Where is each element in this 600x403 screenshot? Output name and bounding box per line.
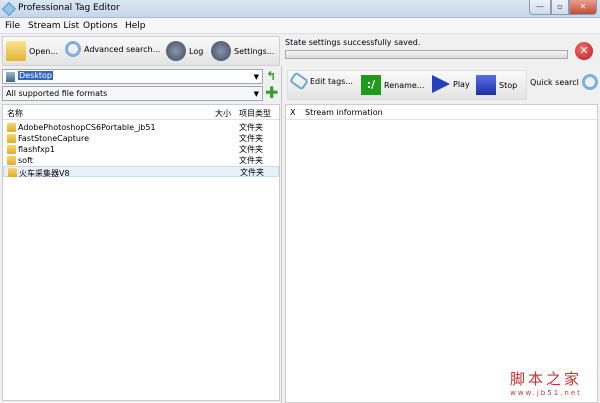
item-type: 文件夹 (239, 156, 263, 165)
desktop-icon (6, 72, 15, 82)
list-item[interactable]: soft 文件夹 (3, 155, 279, 166)
chevron-down-icon[interactable]: ▼ (254, 90, 259, 98)
menu-options[interactable]: Options (83, 21, 118, 31)
edit-tags-label: Edit tags... (310, 76, 353, 86)
filter-value: All supported file formats (6, 89, 108, 98)
item-type: 文件夹 (239, 145, 263, 154)
item-name: soft (18, 156, 33, 165)
item-name: AdobePhotoshopCS6Portable_jb51 (18, 123, 156, 132)
rename-label: Rename... (384, 80, 425, 90)
maximize-button[interactable]: ▫ (551, 0, 569, 15)
status-area: State settings successfully saved. ✕ (283, 36, 600, 66)
settings-button[interactable]: Settings... (211, 41, 274, 61)
column-stream-information[interactable]: Stream information (305, 108, 383, 117)
menu-bar: File Stream List Options Help (0, 18, 600, 34)
location-combo[interactable]: Desktop ▼ (2, 69, 263, 84)
stop-label: Stop (499, 80, 518, 90)
app-icon (1, 1, 17, 17)
menu-stream-list[interactable]: Stream List (28, 21, 79, 31)
edit-tags-button[interactable]: Edit tags... (289, 71, 353, 91)
item-type: 文件夹 (239, 123, 263, 132)
list-item[interactable]: 火车采集器V8 文件夹 (3, 166, 279, 178)
stop-icon (476, 75, 496, 95)
folder-icon (7, 123, 16, 132)
item-name: FastStoneCapture (18, 134, 89, 143)
gears-icon (211, 41, 231, 61)
stream-pane: Edit tags... :/ Rename... Play Stop Quic… (285, 66, 600, 403)
folder-icon (8, 168, 17, 177)
filter-combo[interactable]: All supported file formats ▼ (2, 86, 263, 101)
add-icon[interactable]: ✚ (265, 83, 278, 102)
location-value: Desktop (18, 71, 53, 80)
watermark-text: 脚本之家 (510, 370, 583, 388)
column-size[interactable]: 大小 (215, 108, 231, 119)
stream-table-header: X Stream information (286, 105, 597, 120)
watermark-url: www.jb51.net (510, 389, 582, 397)
file-browser-pane: Desktop ▼ ↰ All supported file formats ▼… (0, 66, 282, 403)
item-type: 文件夹 (239, 134, 263, 143)
chevron-down-icon[interactable]: ▼ (254, 73, 259, 81)
quick-search-button[interactable]: Quick searcl (530, 74, 598, 90)
watermark: 脚本之家 www.jb51.net (510, 368, 582, 397)
stop-button[interactable]: Stop (476, 75, 517, 95)
go-up-icon[interactable]: ↰ (266, 69, 276, 83)
folder-icon (7, 145, 16, 154)
open-label: Open... (29, 46, 58, 56)
folder-icon (6, 41, 26, 61)
stream-toolbar: Edit tags... :/ Rename... Play Stop (287, 70, 527, 100)
column-x[interactable]: X (290, 108, 295, 117)
column-name[interactable]: 名称 (7, 108, 23, 119)
item-name: flashfxp1 (18, 145, 55, 154)
list-item[interactable]: AdobePhotoshopCS6Portable_jb51 文件夹 (3, 122, 279, 133)
folder-icon (7, 134, 16, 143)
list-item[interactable]: FastStoneCapture 文件夹 (3, 133, 279, 144)
magnifier-icon (65, 41, 81, 57)
item-type: 文件夹 (240, 168, 264, 177)
file-list: 名称 大小 项目类型 AdobePhotoshopCS6Portable_jb5… (2, 104, 280, 401)
rename-button[interactable]: :/ Rename... (361, 75, 424, 95)
column-type[interactable]: 项目类型 (239, 108, 271, 119)
close-button[interactable]: ✕ (569, 0, 597, 15)
menu-help[interactable]: Help (125, 21, 146, 31)
advanced-search-button[interactable]: Advanced search... (65, 41, 160, 57)
rename-icon: :/ (361, 75, 381, 95)
folder-icon (7, 156, 16, 165)
title-bar: Professional Tag Editor — ▫ ✕ (0, 0, 600, 18)
menu-file[interactable]: File (5, 21, 20, 31)
play-icon (432, 75, 450, 93)
gear-clock-icon (166, 41, 186, 61)
status-message: State settings successfully saved. (285, 38, 421, 47)
log-label: Log (189, 46, 204, 56)
settings-label: Settings... (234, 46, 275, 56)
main-toolbar: Open... Advanced search... Log Settings.… (2, 36, 280, 66)
stream-table: X Stream information (285, 104, 598, 403)
play-button[interactable]: Play (432, 75, 470, 93)
log-button[interactable]: Log (166, 41, 203, 61)
progress-bar (285, 50, 568, 59)
list-item[interactable]: flashfxp1 文件夹 (3, 144, 279, 155)
open-button[interactable]: Open... (6, 41, 58, 61)
advanced-search-label: Advanced search... (84, 44, 161, 54)
window-title: Professional Tag Editor (18, 3, 120, 13)
quick-search-label: Quick searcl (530, 77, 579, 87)
tag-icon (289, 71, 309, 91)
magnifier-icon (581, 74, 598, 90)
item-name: 火车采集器V8 (19, 169, 70, 178)
minimize-button[interactable]: — (529, 0, 551, 15)
cancel-icon[interactable]: ✕ (575, 42, 593, 60)
play-label: Play (453, 79, 470, 89)
list-header: 名称 大小 项目类型 (3, 105, 279, 120)
